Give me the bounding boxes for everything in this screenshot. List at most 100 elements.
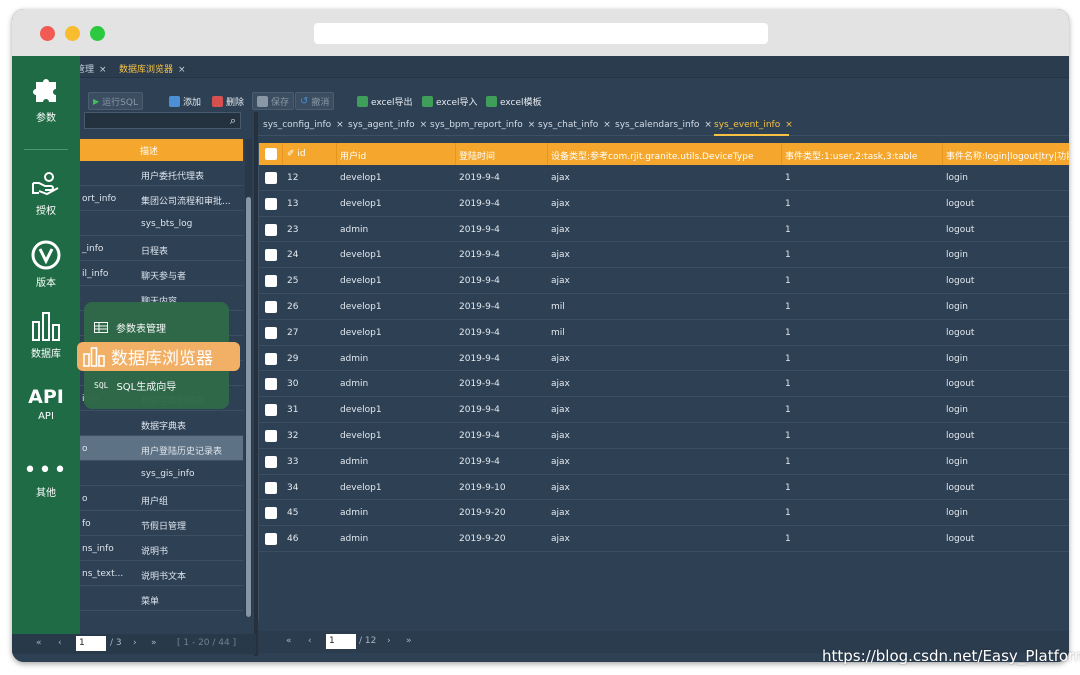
close-window-button[interactable]	[40, 26, 55, 41]
page-input[interactable]: 1	[326, 634, 356, 649]
cell-event-name[interactable]: logout	[946, 483, 974, 493]
sidebar-item-params[interactable]: 参数	[12, 74, 80, 124]
cell-event-type[interactable]: 1	[785, 379, 791, 389]
cell-id[interactable]: 45	[287, 508, 298, 518]
cell-user-id[interactable]: develop1	[340, 276, 382, 286]
cell-event-name[interactable]: login	[946, 457, 968, 467]
cell-login-time[interactable]: 2019-9-4	[459, 379, 500, 389]
prev-page-button[interactable]: ‹	[58, 638, 62, 648]
scrollbar-thumb[interactable]	[246, 197, 251, 617]
row-checkbox[interactable]	[265, 249, 277, 262]
address-bar[interactable]	[314, 23, 768, 44]
cell-id[interactable]: 34	[287, 483, 298, 493]
row-checkbox[interactable]	[265, 326, 277, 339]
table-row[interactable]: 25 develop1 2019-9-4 ajax 1 logout	[259, 268, 1069, 294]
cell-device-type[interactable]: ajax	[551, 250, 570, 260]
menu-item-sql-wizard[interactable]: SQL SQL生成向导	[94, 378, 176, 393]
row-checkbox[interactable]	[265, 429, 277, 442]
cell-login-time[interactable]: 2019-9-4	[459, 405, 500, 415]
cell-event-type[interactable]: 1	[785, 354, 791, 364]
tab-database-browser[interactable]: 数据库浏览器 ×	[119, 62, 186, 75]
cell-user-id[interactable]: admin	[340, 457, 368, 467]
sidebar-item-other[interactable]: ••• 其他	[12, 460, 80, 500]
cell-event-name[interactable]: login	[946, 405, 968, 415]
cell-device-type[interactable]: ajax	[551, 276, 570, 286]
cell-id[interactable]: 26	[287, 302, 298, 312]
menu-item-param-table[interactable]: 参数表管理	[94, 320, 166, 335]
table-row[interactable]: 27 develop1 2019-9-4 mil 1 logout	[259, 320, 1069, 346]
cell-login-time[interactable]: 2019-9-4	[459, 328, 500, 338]
cell-login-time[interactable]: 2019-9-10	[459, 483, 506, 493]
column-header-id[interactable]: ✐ id	[287, 149, 306, 159]
column-header-login-time[interactable]: 登陆时间	[459, 149, 495, 162]
cell-user-id[interactable]: admin	[340, 225, 368, 235]
first-page-button[interactable]: «	[36, 638, 42, 648]
maximize-window-button[interactable]	[90, 26, 105, 41]
list-item[interactable]: o 用户登陆历史记录表	[80, 436, 243, 461]
cell-device-type[interactable]: ajax	[551, 534, 570, 544]
cell-event-name[interactable]: login	[946, 354, 968, 364]
cell-user-id[interactable]: develop1	[340, 328, 382, 338]
tab-sys-config-info[interactable]: sys_config_info ×	[263, 120, 344, 130]
cell-event-name[interactable]: logout	[946, 431, 974, 441]
cell-event-name[interactable]: login	[946, 302, 968, 312]
table-row[interactable]: 13 develop1 2019-9-4 ajax 1 logout	[259, 191, 1069, 217]
menu-item-database-browser[interactable]: 数据库浏览器	[77, 342, 240, 371]
column-header-event-type[interactable]: 事件类型:1:user,2:task,3:table	[785, 149, 917, 162]
table-row[interactable]: 24 develop1 2019-9-4 ajax 1 login	[259, 242, 1069, 269]
sidebar-item-auth[interactable]: 授权	[12, 169, 80, 217]
cell-user-id[interactable]: develop1	[340, 405, 382, 415]
cell-id[interactable]: 31	[287, 405, 298, 415]
column-header-device-type[interactable]: 设备类型:参考com.rjit.granite.utils.DeviceType	[551, 149, 754, 162]
close-icon[interactable]: ×	[704, 120, 712, 130]
cell-id[interactable]: 24	[287, 250, 298, 260]
sidebar-item-api[interactable]: API API	[12, 386, 80, 422]
cell-login-time[interactable]: 2019-9-4	[459, 302, 500, 312]
tab-sys-bpm-report-info[interactable]: sys_bpm_report_info ×	[430, 120, 535, 130]
cell-id[interactable]: 13	[287, 199, 298, 209]
row-checkbox[interactable]	[265, 404, 277, 417]
tab-sys-calendars-info[interactable]: sys_calendars_info ×	[615, 120, 712, 130]
cell-device-type[interactable]: ajax	[551, 225, 570, 235]
cell-login-time[interactable]: 2019-9-4	[459, 457, 500, 467]
cell-id[interactable]: 29	[287, 354, 298, 364]
cell-id[interactable]: 32	[287, 431, 298, 441]
excel-export-button[interactable]: excel导出	[353, 92, 417, 110]
cell-user-id[interactable]: develop1	[340, 483, 382, 493]
cell-event-type[interactable]: 1	[785, 199, 791, 209]
cell-event-name[interactable]: login	[946, 250, 968, 260]
row-checkbox[interactable]	[265, 507, 277, 520]
row-checkbox[interactable]	[265, 352, 277, 365]
list-item[interactable]: fo 节假日管理	[80, 511, 243, 536]
sidebar-item-version[interactable]: 版本	[12, 239, 80, 289]
cell-login-time[interactable]: 2019-9-4	[459, 199, 500, 209]
cell-device-type[interactable]: ajax	[551, 457, 570, 467]
close-icon[interactable]: ×	[99, 65, 107, 75]
run-sql-button[interactable]: ▶ 运行SQL	[88, 92, 143, 110]
cell-user-id[interactable]: develop1	[340, 199, 382, 209]
next-page-button[interactable]: ›	[387, 636, 391, 646]
cell-user-id[interactable]: develop1	[340, 302, 382, 312]
tab-sys-event-info[interactable]: sys_event_info ×	[714, 120, 793, 130]
row-checkbox[interactable]	[265, 275, 277, 288]
close-icon[interactable]: ×	[785, 120, 793, 130]
cell-event-type[interactable]: 1	[785, 328, 791, 338]
table-row[interactable]: 12 develop1 2019-9-4 ajax 1 login	[259, 165, 1069, 191]
table-row[interactable]: 29 admin 2019-9-4 ajax 1 login	[259, 346, 1069, 372]
cell-device-type[interactable]: ajax	[551, 354, 570, 364]
prev-page-button[interactable]: ‹	[308, 636, 312, 646]
row-checkbox[interactable]	[265, 533, 277, 546]
list-item[interactable]: o 用户组	[80, 486, 243, 511]
cell-id[interactable]: 27	[287, 328, 298, 338]
cell-login-time[interactable]: 2019-9-4	[459, 431, 500, 441]
list-item[interactable]: sys_bts_log	[80, 211, 243, 236]
table-row[interactable]: 23 admin 2019-9-4 ajax 1 logout	[259, 217, 1069, 243]
add-button[interactable]: 添加	[165, 92, 205, 110]
cell-event-type[interactable]: 1	[785, 534, 791, 544]
column-header-user-id[interactable]: 用户id	[340, 149, 366, 162]
table-row[interactable]: 31 develop1 2019-9-4 ajax 1 login	[259, 397, 1069, 423]
cell-user-id[interactable]: admin	[340, 379, 368, 389]
cell-event-name[interactable]: logout	[946, 534, 974, 544]
row-checkbox[interactable]	[265, 378, 277, 391]
cell-device-type[interactable]: ajax	[551, 379, 570, 389]
